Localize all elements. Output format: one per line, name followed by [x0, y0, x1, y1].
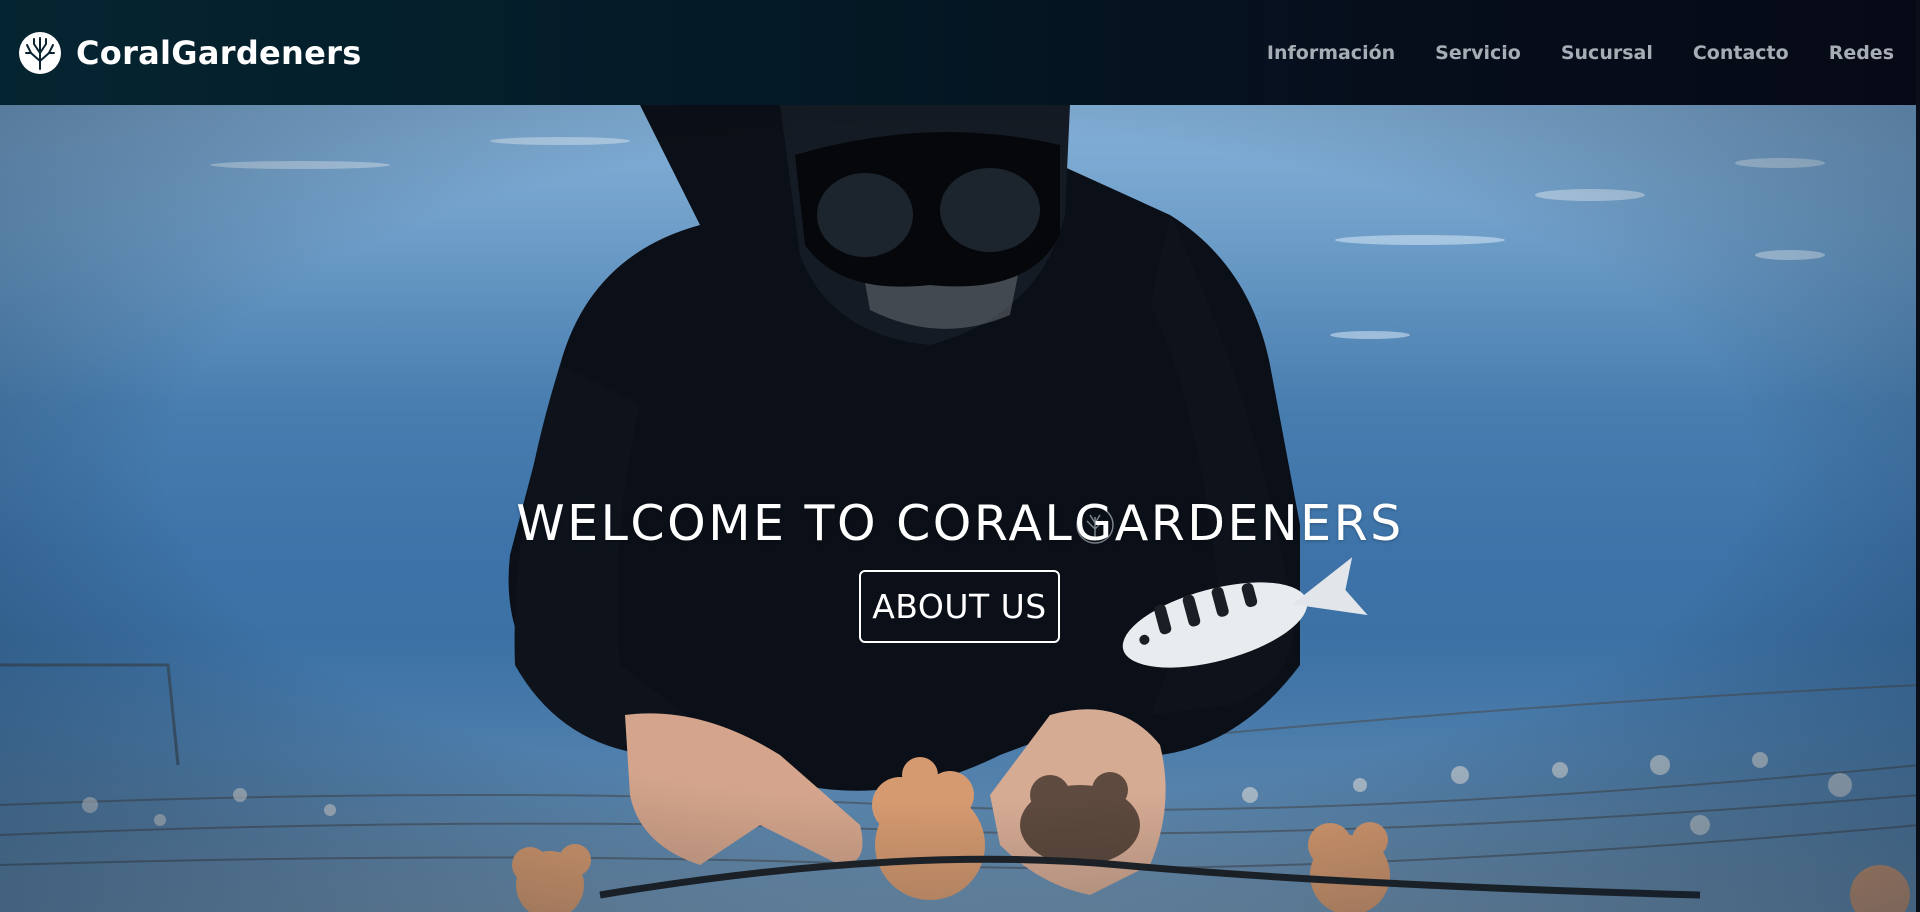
nav-redes[interactable]: Redes — [1829, 42, 1894, 64]
coral-icon — [19, 31, 61, 74]
brand-name: CoralGardeners — [76, 33, 362, 72]
scrollbar[interactable] — [1916, 0, 1920, 912]
about-us-button[interactable]: ABOUT US — [859, 570, 1060, 643]
nav-contacto[interactable]: Contacto — [1693, 42, 1789, 64]
hero-section: WELCOME TO CORALGARDENERS ABOUT US — [0, 105, 1920, 912]
site-header: CoralGardeners Información Servicio Sucu… — [0, 0, 1920, 105]
main-nav: Información Servicio Sucursal Contacto R… — [1267, 42, 1894, 64]
brand[interactable]: CoralGardeners — [18, 31, 362, 75]
hero-title: WELCOME TO CORALGARDENERS — [516, 494, 1404, 552]
nav-informacion[interactable]: Información — [1267, 42, 1395, 64]
nav-servicio[interactable]: Servicio — [1435, 42, 1521, 64]
nav-sucursal[interactable]: Sucursal — [1561, 42, 1653, 64]
